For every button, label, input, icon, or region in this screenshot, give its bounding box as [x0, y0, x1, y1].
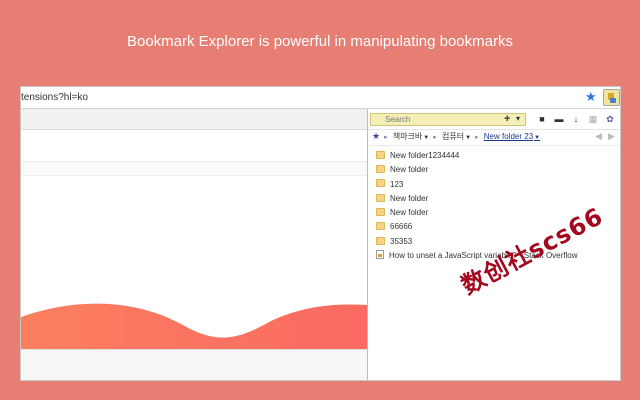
breadcrumb-separator-icon: ▸: [475, 134, 479, 141]
page-subheader: [21, 162, 367, 176]
chevron-down-icon: ▼: [465, 135, 472, 141]
page-header: [21, 130, 367, 162]
breadcrumb-divider: [368, 145, 620, 146]
breadcrumb-separator-icon: ▸: [433, 134, 437, 141]
headline: Bookmark Explorer is powerful in manipul…: [126, 33, 513, 50]
chevron-down-icon: ▼: [423, 135, 430, 141]
folder-icon: [376, 150, 385, 159]
gear-icon[interactable]: ✿: [604, 113, 616, 126]
back-arrow-icon[interactable]: ◀: [595, 131, 602, 142]
folder-icon: [376, 222, 385, 231]
forward-arrow-icon[interactable]: ▶: [608, 131, 615, 142]
page-icon: [376, 250, 384, 260]
address-bar[interactable]: tensions?hl=ko ★: [21, 87, 620, 109]
url-text[interactable]: tensions?hl=ko: [21, 92, 88, 103]
wave-graphic: [21, 303, 367, 349]
folder-icon: [376, 179, 385, 188]
page-toolbar: [21, 109, 367, 130]
folder-icon: [376, 236, 385, 245]
page-footer: [21, 349, 367, 380]
breadcrumb-item[interactable]: 컴퓨터▼: [442, 131, 471, 142]
list-item[interactable]: New folder: [376, 163, 620, 177]
new-folder-icon[interactable]: ▬: [553, 113, 565, 126]
toolbar-divider: [368, 129, 620, 130]
breadcrumb-item-current[interactable]: New folder 23▼: [484, 132, 540, 141]
calendar-icon[interactable]: ▦: [587, 113, 599, 126]
add-bookmark-icon[interactable]: +: [504, 113, 510, 125]
web-page: [21, 109, 367, 380]
search-input[interactable]: [370, 113, 526, 126]
chevron-down-icon: ▼: [534, 135, 541, 141]
bookmark-star-icon[interactable]: ★: [585, 90, 597, 104]
breadcrumb-separator-icon: ▸: [384, 134, 388, 141]
new-document-icon[interactable]: ■: [536, 113, 548, 126]
sort-icon[interactable]: ↓: [570, 113, 582, 126]
bookmark-explorer-extension-icon[interactable]: [603, 89, 620, 106]
folder-icon: [376, 165, 385, 174]
add-menu-chevron-down-icon[interactable]: ▾: [516, 114, 520, 124]
breadcrumb-item[interactable]: 책마크바▼: [393, 131, 429, 142]
breadcrumb: ★ ▸ 책마크바▼ ▸ 컴퓨터▼ ▸ New folder 23▼: [372, 131, 544, 143]
folder-icon: [376, 193, 385, 202]
list-item[interactable]: 123: [376, 178, 620, 192]
folder-icon: [376, 208, 385, 217]
root-star-icon[interactable]: ★: [372, 131, 380, 142]
list-item[interactable]: New folder1234444: [376, 149, 620, 163]
